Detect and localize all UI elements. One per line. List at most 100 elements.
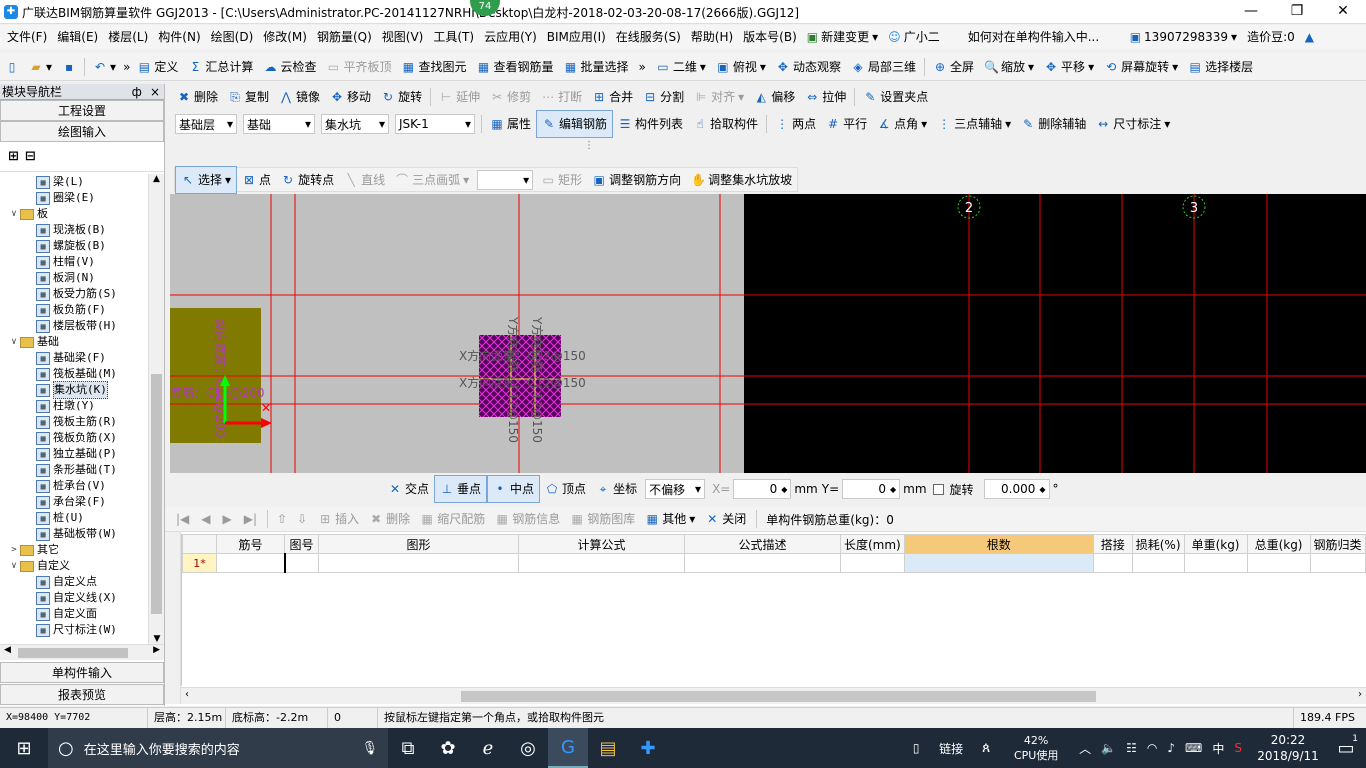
toolbar-button-toolbar2-items-9[interactable]: ⊟ 分割	[638, 84, 689, 110]
tree-item[interactable]: ▦ 基础梁(F)	[0, 350, 148, 366]
tree-item[interactable]: ▦ 承台梁(F)	[0, 494, 148, 510]
undo-button[interactable]: ↶ ▾	[88, 54, 121, 80]
toolbar-button-toolbar2-items-2[interactable]: ⋀ 镜像	[274, 84, 325, 110]
project-settings-button[interactable]: 工程设置	[0, 100, 164, 121]
toolbar-button-toolbar1-items-14[interactable]: ⟲ 屏幕旋转 ▾	[1099, 54, 1183, 80]
tree-item[interactable]: ▦ 自定义面	[0, 606, 148, 622]
tree-item[interactable]: ▦ 板负筋(F)	[0, 302, 148, 318]
toolbar-button-toolbar1-items-7[interactable]: ▭ 二维 ▾	[651, 54, 711, 80]
column-header-11[interactable]: 钢筋归类	[1309, 534, 1366, 554]
type-select[interactable]: 集水坑 ▾	[321, 114, 389, 134]
toolbar-button-toolbar1-items-8[interactable]: ▣ 俯视 ▾	[711, 54, 771, 80]
toolbar-button-toolbar4-items-0[interactable]: ↖ 选择 ▾	[175, 165, 238, 194]
component-tree[interactable]: ▦ 梁(L) ▦ 圈梁(E) ∨ 板 ▦ 现浇板(B) ▦ 螺旋板(B) ▦ 柱帽(V) ▦ 板洞(N) ▦…	[0, 174, 148, 644]
toolbar-button-toolbar1-items-0[interactable]: ▤ 定义	[132, 54, 183, 80]
save-button[interactable]: ▪	[57, 60, 81, 74]
column-header-5[interactable]: 长度(mm)	[840, 534, 905, 554]
toolbar-button-toolbar4-items-5[interactable]: ▭ 矩形	[536, 167, 587, 193]
rotate-checkbox[interactable]	[932, 483, 944, 495]
toolbar-button-toolbar3-items-5[interactable]: # 平行	[821, 111, 872, 137]
toolbar-button-toolbar4-items-6[interactable]: ▣ 调整钢筋方向	[587, 167, 686, 193]
toolbar-button-grid-toolbar-3[interactable]: ▦ 钢筋信息	[490, 506, 565, 532]
tree-item[interactable]: ▦ 自定义点	[0, 574, 148, 590]
toolbar-button-toolbar1-items-2[interactable]: ☁ 云检查	[258, 54, 321, 80]
volume-icon[interactable]: ♪	[1167, 741, 1175, 755]
column-header-9[interactable]: 单重(kg)	[1183, 534, 1248, 554]
cell-0[interactable]	[216, 553, 286, 573]
toolbar-button-toolbar4-items-7[interactable]: ✋ 调整集水坑放坡	[686, 167, 797, 193]
glodon-app-icon[interactable]: G	[548, 728, 588, 768]
menu-item-6[interactable]: 钢筋量(Q)	[312, 25, 377, 49]
restore-button[interactable]: ❐	[1274, 0, 1320, 24]
column-header-1[interactable]: 图号	[284, 534, 319, 554]
offset-select[interactable]: 不偏移 ▾	[645, 479, 706, 499]
drawing-input-button[interactable]: 绘图输入	[0, 121, 164, 142]
tree-item[interactable]: ▦ 筏板负筋(X)	[0, 430, 148, 446]
toolbar-button-toolbar3-items-3[interactable]: ☝ 拾取构件	[688, 111, 763, 137]
column-header-7[interactable]: 搭接	[1092, 534, 1133, 554]
notes-app-icon[interactable]: ▤	[588, 728, 628, 768]
microphone-icon[interactable]: 🎙	[361, 741, 378, 756]
column-header-8[interactable]: 损耗(%)	[1131, 534, 1185, 554]
tree-item[interactable]: ∨ 基础	[0, 334, 148, 350]
menu-item-3[interactable]: 构件(N)	[153, 25, 205, 49]
cell-11[interactable]	[1309, 553, 1366, 573]
cpu-meter[interactable]: 42% CPU使用	[1001, 733, 1071, 763]
toolbar-button-grid-toolbar-1[interactable]: ✖ 删除	[364, 506, 415, 532]
menu-item-2[interactable]: 楼层(L)	[103, 25, 153, 49]
windows-start-icon[interactable]: ⊞	[0, 728, 48, 768]
people-icon[interactable]: ጰ	[971, 728, 1001, 768]
tree-item[interactable]: ▦ 尺寸标注(W)	[0, 622, 148, 638]
toolbar-button-toolbar3-items-8[interactable]: ✎ 删除辅轴	[1016, 111, 1091, 137]
first-record-icon[interactable]: |◀	[171, 512, 194, 526]
cell-3[interactable]	[518, 553, 685, 573]
tree-item[interactable]: > 其它	[0, 542, 148, 558]
tree-item[interactable]: ▦ 基础板带(W)	[0, 526, 148, 542]
toolbar-button-toolbar4-items-2[interactable]: ↻ 旋转点	[276, 167, 339, 193]
menu-item-4[interactable]: 绘图(D)	[206, 25, 259, 49]
menu-item-8[interactable]: 工具(T)	[428, 25, 479, 49]
move-up-icon[interactable]: ⇧	[273, 512, 291, 526]
tree-toggle-icon[interactable]: ∨	[8, 558, 20, 574]
toolbar-button-toolbar2-items-8[interactable]: ⊞ 合并	[587, 84, 638, 110]
pin-icon[interactable]: ф	[132, 84, 142, 100]
toolbar-button-toolbar3-items-2[interactable]: ☰ 构件列表	[613, 111, 688, 137]
toolbar-button-toolbar4-items-3[interactable]: ╲ 直线	[339, 167, 390, 193]
single-input-button[interactable]: 单构件输入	[0, 662, 164, 683]
menu-item-7[interactable]: 视图(V)	[377, 25, 429, 49]
y-input[interactable]: 0 ◆	[842, 479, 901, 499]
menu-item-10[interactable]: BIM应用(I)	[542, 25, 611, 49]
edge-icon[interactable]: ℯ	[468, 728, 508, 768]
tree-item[interactable]: ∨ 板	[0, 206, 148, 222]
toolbar-button-snapbar-items-1[interactable]: ⊥ 垂点	[434, 475, 488, 503]
toolbar-overflow[interactable]: »	[634, 54, 651, 80]
sogou-icon[interactable]: S	[1234, 741, 1242, 755]
tree-toggle-icon[interactable]: ∨	[8, 334, 20, 350]
tree-item[interactable]: ▦ 集水坑(K)	[0, 381, 148, 399]
toolbar-button-toolbar1-items-4[interactable]: ▦ 查找图元	[396, 54, 471, 80]
tree-toggle-icon[interactable]: >	[8, 542, 20, 558]
assistant-menu[interactable]: ☺ 广小二	[883, 25, 945, 49]
column-header-6[interactable]: 根数	[903, 534, 1094, 554]
report-preview-button[interactable]: 报表预览	[0, 684, 164, 705]
collapse-all-icon[interactable]: ⊟	[25, 149, 36, 164]
cell-10[interactable]	[1246, 553, 1311, 573]
toolbar-button-grid-toolbar-5[interactable]: ▦ 其他 ▾	[640, 506, 700, 532]
toolbar-button-toolbar1-items-12[interactable]: 🔍 缩放 ▾	[979, 54, 1039, 80]
x-input[interactable]: 0 ◆	[733, 479, 792, 499]
toolbar-button-grid-toolbar-4[interactable]: ▦ 钢筋图库	[565, 506, 640, 532]
expand-all-icon[interactable]: ⊞	[8, 149, 19, 164]
tree-item[interactable]: ▦ 柱帽(V)	[0, 254, 148, 270]
minimize-button[interactable]: —	[1228, 0, 1274, 24]
tree-item[interactable]: ▦ 筏板基础(M)	[0, 366, 148, 382]
wifi-icon[interactable]: ◠	[1147, 741, 1157, 755]
cell-5[interactable]	[840, 553, 905, 573]
column-header-4[interactable]: 公式描述	[684, 534, 841, 554]
account-menu[interactable]: ▣ 13907298339 ▾	[1125, 25, 1242, 49]
ime-label[interactable]: 中	[1212, 740, 1224, 757]
toolbar-button-snapbar-items-4[interactable]: ⌖ 坐标	[591, 476, 642, 502]
toolbar-button-toolbar2-items-10[interactable]: ⊫ 对齐 ▾	[689, 84, 749, 110]
toolbar-button-toolbar1-items-11[interactable]: ⊕ 全屏	[928, 54, 979, 80]
toolbar-button-toolbar2-items-5[interactable]: ⊢ 延伸	[434, 84, 485, 110]
canvas-svg[interactable]: 2 3 X方向面筋：C12@150 X方向底筋：C12@150 Y方向面筋：C1…	[170, 194, 1366, 473]
